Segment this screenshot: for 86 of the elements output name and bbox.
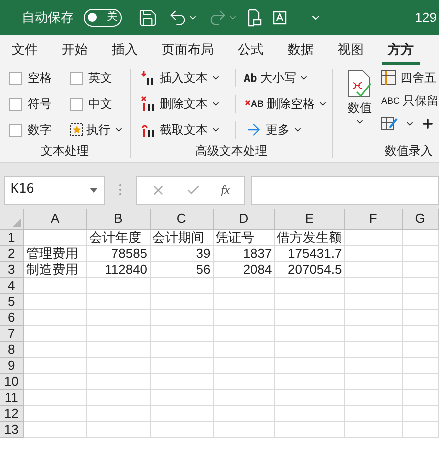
column-header[interactable]: E	[274, 209, 345, 229]
delete-text-icon	[141, 96, 157, 112]
ribbon-button[interactable]: 更多	[235, 121, 328, 139]
checkbox-label: 符号	[28, 96, 52, 113]
dropdown-caret-icon	[90, 188, 98, 192]
ribbon-tab[interactable]: 文件	[6, 38, 44, 65]
ribbon-button[interactable]: AB 删除空格	[235, 95, 328, 113]
row-header[interactable]: 5	[0, 293, 24, 309]
group-label: 数值录入	[384, 143, 434, 160]
checkbox[interactable]	[9, 72, 22, 84]
ribbon-tab[interactable]: 数据	[282, 38, 320, 65]
table-cell: 56	[196, 262, 211, 276]
ribbon-tab[interactable]: 插入	[106, 38, 144, 65]
column-header[interactable]: C	[150, 209, 214, 229]
window-title: 129	[415, 8, 438, 27]
row-header[interactable]: 13	[0, 421, 24, 437]
ribbon-button[interactable]: ABC 只保留	[381, 92, 439, 110]
grip-icon	[119, 184, 122, 196]
checkbox-label: 中文	[88, 96, 112, 113]
row-header[interactable]: 9	[0, 357, 24, 373]
group-label: 高级文本处理	[194, 143, 268, 160]
abc-icon: ABC	[381, 96, 400, 106]
cross-icon	[245, 100, 251, 106]
run-button[interactable]: 执行	[70, 121, 130, 139]
formula-input[interactable]	[251, 176, 439, 204]
ribbon-button[interactable]: Ab 大小写	[235, 69, 328, 87]
column-header[interactable]: B	[86, 209, 150, 229]
autosave-toggle[interactable]: 关	[84, 8, 122, 26]
save-icon[interactable]	[138, 8, 158, 28]
insert-function-button[interactable]: fx	[221, 181, 230, 199]
checkbox[interactable]	[9, 98, 22, 110]
table-cell: 175431.7	[288, 246, 342, 260]
table-cell: 制造费用	[26, 262, 78, 276]
case-icon: Ab	[244, 72, 258, 84]
row-header[interactable]: 8	[0, 341, 24, 357]
ribbon-button[interactable]: 删除文本	[141, 95, 221, 113]
ribbon-tab[interactable]: 开始	[56, 38, 94, 65]
checkbox-label: 空格	[28, 70, 52, 87]
row-header[interactable]: 12	[0, 405, 24, 421]
ribbon-button[interactable]: 截取文本	[141, 121, 221, 139]
ribbon-tab[interactable]: 视图	[332, 38, 370, 65]
table-cell: 借方发生额	[277, 230, 342, 244]
row-header[interactable]: 4	[0, 277, 24, 293]
column-header[interactable]: G	[402, 209, 438, 229]
number-button[interactable]: 数值	[345, 69, 376, 142]
table-cell: 会计期间	[152, 230, 205, 244]
checkbox-label: 英文	[88, 70, 112, 87]
delete-space-icon: AB	[251, 100, 264, 108]
table-cell: 112840	[105, 262, 148, 276]
column-header[interactable]: F	[344, 209, 402, 229]
row-header[interactable]: 10	[0, 373, 24, 389]
name-box[interactable]: K16	[4, 176, 105, 204]
table-percent-icon	[381, 70, 398, 86]
autosave-label: 自动保存	[22, 8, 74, 27]
table-cell: 39	[196, 246, 211, 260]
table-pen-icon[interactable]	[381, 116, 400, 132]
plus-icon[interactable]	[421, 117, 436, 131]
checkbox[interactable]	[9, 124, 22, 136]
table-cell: 管理费用	[26, 246, 78, 260]
star-frame-icon	[70, 123, 84, 137]
ribbon-button[interactable]: 四舍五	[381, 69, 439, 87]
row-header[interactable]: 7	[0, 325, 24, 341]
row-header[interactable]: 2	[0, 245, 24, 261]
column-header[interactable]: D	[213, 209, 275, 229]
table-cell: 凭证号	[216, 230, 255, 244]
group-label: 文本处理	[40, 143, 90, 160]
checkbox[interactable]	[70, 98, 82, 110]
table-cell: 1837	[243, 246, 272, 260]
table-cell: 会计年度	[89, 230, 142, 244]
column-header[interactable]: A	[24, 209, 87, 229]
checkbox-label: 数字	[28, 122, 52, 139]
row-header[interactable]: 3	[0, 261, 24, 277]
corner-triangle-icon	[13, 218, 22, 226]
ribbon-button[interactable]: 插入文本	[141, 69, 221, 87]
ribbon-tab[interactable]: 页面布局	[156, 38, 220, 65]
row-header[interactable]: 1	[0, 229, 24, 245]
table-cell: 78585	[111, 246, 148, 260]
text-box-icon[interactable]	[272, 10, 288, 26]
select-all-corner[interactable]	[0, 209, 24, 229]
ribbon-tab[interactable]: 公式	[232, 38, 270, 65]
row-header[interactable]: 6	[0, 309, 24, 325]
checkbox[interactable]	[70, 72, 82, 84]
print-preview-icon[interactable]	[248, 8, 262, 26]
table-cell: 2084	[243, 262, 272, 276]
row-header[interactable]: 11	[0, 389, 24, 405]
table-cell: 207054.5	[288, 262, 342, 276]
